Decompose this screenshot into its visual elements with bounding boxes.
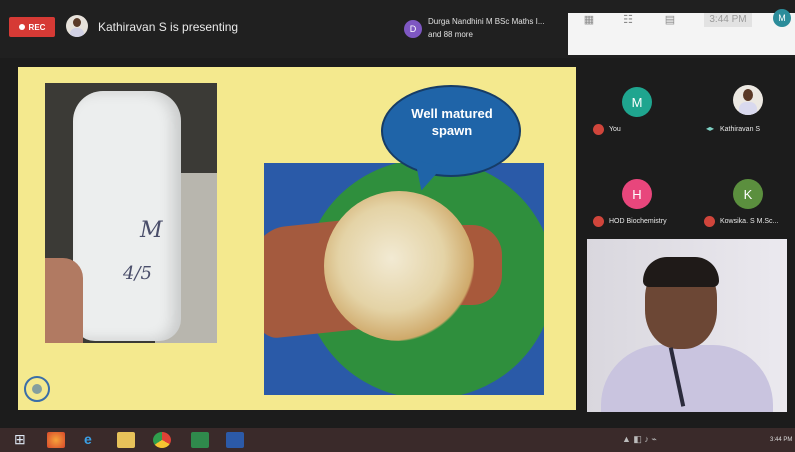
mic-off-icon <box>593 216 604 227</box>
chrome-icon[interactable] <box>153 432 171 448</box>
mic-off-icon <box>593 124 604 135</box>
spawn-in-hand-photo <box>264 163 544 395</box>
word-icon[interactable] <box>226 432 244 448</box>
record-dot-icon <box>18 24 25 30</box>
chat-icon[interactable]: ▤ <box>664 14 676 26</box>
other-participants-name[interactable]: Durga Nandhini M BSc Maths I... <box>428 17 545 26</box>
mic-off-icon <box>704 216 715 227</box>
participant-name-hod: HOD Biochemistry <box>609 218 667 225</box>
system-tray-area <box>568 13 795 55</box>
excel-icon[interactable] <box>191 432 209 448</box>
spawn-bag-photo: M 4/5 <box>45 83 217 343</box>
people-icon[interactable]: ☷ <box>622 14 634 26</box>
participant-name-you: You <box>609 126 621 133</box>
recording-label: REC <box>28 22 46 32</box>
participant-name-kowsika: Kowsika. S M.Sc... <box>720 218 779 225</box>
windows-start-icon[interactable]: ⊞ <box>14 431 26 447</box>
speech-bubble-text: Well matured spawn <box>411 106 493 138</box>
file-explorer-icon[interactable] <box>117 432 135 448</box>
participant-avatar-hod[interactable]: H <box>622 179 652 209</box>
other-participants-count[interactable]: and 88 more <box>428 30 473 39</box>
taskbar-clock: 3:44 PM <box>770 437 793 443</box>
internet-explorer-icon[interactable]: e <box>84 431 92 447</box>
presenting-status: Kathiravan S is presenting <box>98 20 239 34</box>
firefox-icon[interactable] <box>47 432 65 448</box>
participant-name-kathiravan: Kathiravan S <box>720 126 761 133</box>
presenter-avatar <box>66 15 88 37</box>
notification-area-icons[interactable]: ▲ ◧ ♪ ⌁ <box>622 431 657 447</box>
bag-mark-date: 4/5 <box>123 263 152 284</box>
qr-code-icon[interactable]: ▦ <box>583 14 595 26</box>
bag-mark-letter: M <box>140 218 163 243</box>
other-participants-avatar[interactable]: D <box>404 20 422 38</box>
participant-avatar-you[interactable]: M <box>622 87 652 117</box>
participant-avatar-kowsika[interactable]: K <box>733 179 763 209</box>
self-video-feed[interactable] <box>587 239 787 412</box>
tray-clock: 3:44 PM <box>704 13 752 27</box>
recording-badge: REC <box>9 17 55 37</box>
speaking-icon: ◂▸ <box>706 124 715 133</box>
account-avatar[interactable]: M <box>773 9 791 27</box>
participant-avatar-kathiravan[interactable] <box>733 85 763 115</box>
college-logo-icon <box>24 376 50 402</box>
shared-slide: M 4/5 Well matured spawn <box>18 67 576 410</box>
